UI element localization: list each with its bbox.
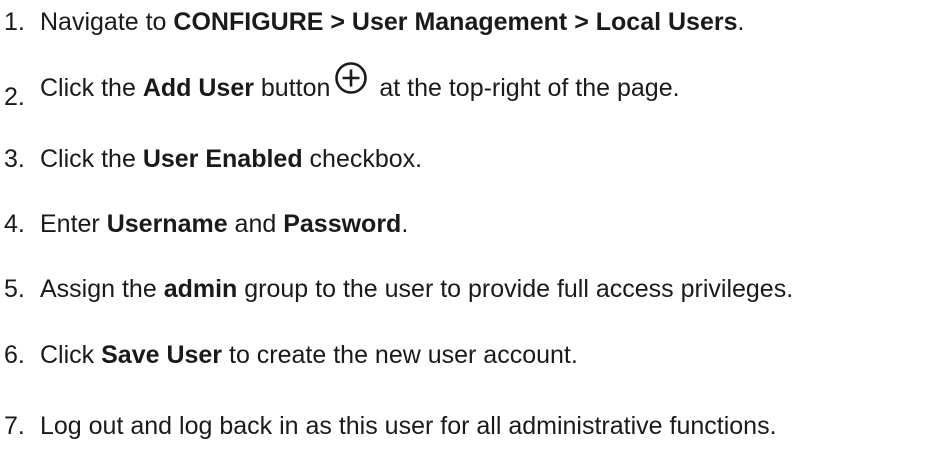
step-number: 5. <box>4 275 25 303</box>
step-text-part: Navigate to <box>40 8 174 36</box>
step-text-part: Enter <box>40 210 107 238</box>
step-text-part: at the top-right of the page. <box>372 74 680 102</box>
step-text-part: group to the user to provide full access… <box>237 275 794 303</box>
step-text: Click Save User to create the new user a… <box>40 335 578 375</box>
menu-path: CONFIGURE > User Management > Local User… <box>173 8 738 36</box>
step-text-part: button <box>253 74 331 102</box>
step-text: Click the User Enabled checkbox. <box>40 139 422 179</box>
step-number: 7. <box>4 412 25 440</box>
step-text-part: to create the new user account. <box>222 341 578 369</box>
save-user-label: Save User <box>101 341 223 369</box>
step-text-part: Click <box>40 341 102 369</box>
step-text-part: and <box>227 210 284 238</box>
step-number: 6. <box>4 341 25 369</box>
step-number: 1. <box>4 8 25 36</box>
step-text-part: checkbox. <box>302 145 423 173</box>
step-text-part: . <box>401 210 409 238</box>
step-number: 4. <box>4 210 25 238</box>
step-text-part: Click the <box>40 145 143 173</box>
step-text: Navigate to CONFIGURE > User Management … <box>40 2 744 42</box>
step-text: Click the Add User button at the top-rig… <box>40 62 680 108</box>
step-text: Assign the admin group to the user to pr… <box>40 269 793 309</box>
add-circle-icon <box>334 61 368 95</box>
step-text-part: Click the <box>40 74 143 102</box>
username-label: Username <box>106 210 228 238</box>
user-enabled-label: User Enabled <box>142 145 303 173</box>
step-text-part: . <box>737 8 745 36</box>
add-user-label: Add User <box>142 74 254 102</box>
step-number: 2. <box>4 83 25 111</box>
password-label: Password <box>283 210 402 238</box>
step-text: Log out and log back in as this user for… <box>40 412 777 440</box>
step-text-part: Assign the <box>40 275 164 303</box>
admin-group-label: admin <box>163 275 238 303</box>
instruction-list: 1. Navigate to CONFIGURE > User Manageme… <box>0 0 929 470</box>
step-number: 3. <box>4 145 25 173</box>
step-text: Enter Username and Password. <box>40 204 408 244</box>
